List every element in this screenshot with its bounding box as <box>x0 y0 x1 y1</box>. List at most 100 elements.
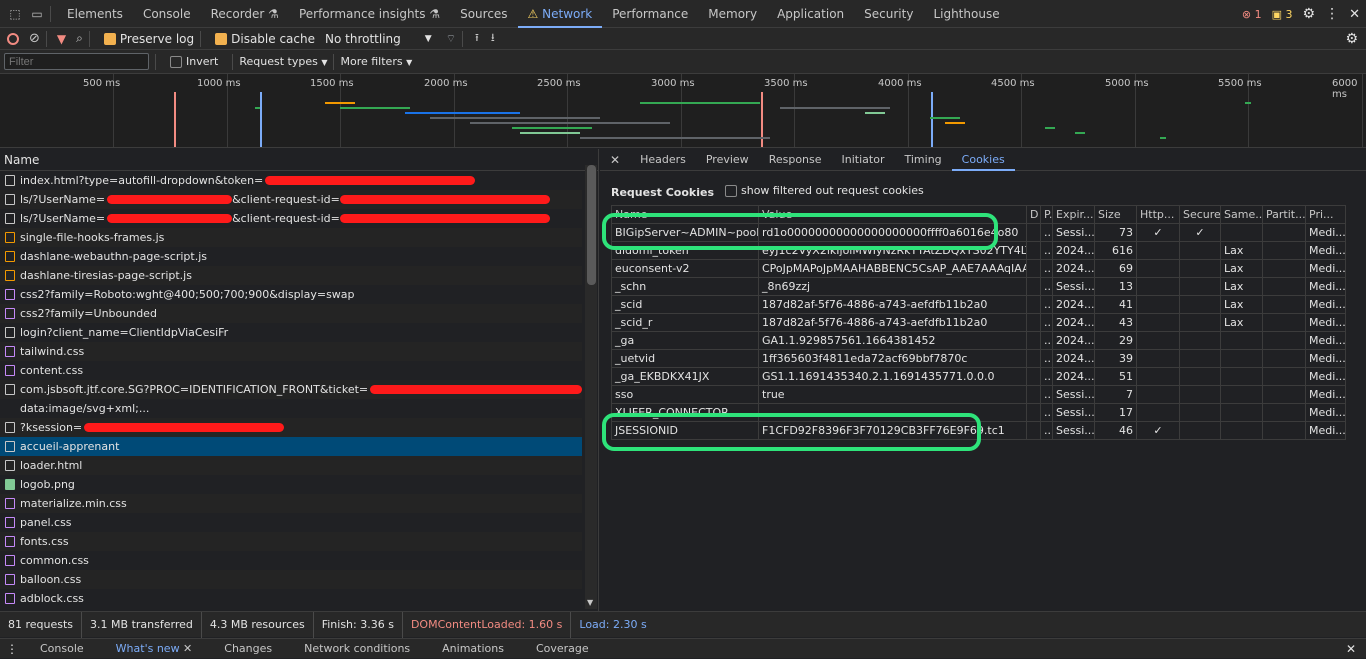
import-har-icon[interactable]: ⭱ <box>475 29 479 48</box>
column-header-same[interactable]: Same... <box>1220 205 1263 224</box>
settings-gear-icon[interactable]: ⚙ <box>1303 6 1316 22</box>
column-header-d[interactable]: D <box>1026 205 1041 224</box>
close-devtools-icon[interactable]: ✕ <box>1349 7 1360 22</box>
request-row[interactable]: css2?family=Unbounded <box>0 304 582 323</box>
cookie-row[interactable]: ssotrue .../Sessi...7 Medi... <box>611 385 1346 404</box>
error-count[interactable]: ⊗ 1 <box>1242 8 1262 21</box>
request-row[interactable]: css2?family=Roboto:wght@400;500;700;900&… <box>0 285 582 304</box>
request-row[interactable]: balloon.css <box>0 570 582 589</box>
drawer-tab-console[interactable]: Console <box>24 639 100 659</box>
filter-funnel-icon[interactable]: ▼ <box>57 32 66 46</box>
close-detail-icon[interactable]: ✕ <box>600 153 630 167</box>
drawer-tab-what-s-new[interactable]: What's new ✕ <box>100 639 209 659</box>
detail-tab-timing[interactable]: Timing <box>894 149 951 171</box>
request-row[interactable]: materialize.min.css <box>0 494 582 513</box>
detail-tab-headers[interactable]: Headers <box>630 149 696 171</box>
tab-console[interactable]: Console <box>133 0 201 28</box>
export-har-icon[interactable]: ⭳ <box>491 29 495 48</box>
request-row[interactable]: panel.css <box>0 513 582 532</box>
column-header-secure[interactable]: Secure <box>1179 205 1221 224</box>
request-name: single-file-hooks-frames.js <box>20 231 165 244</box>
scroll-down-arrow-icon[interactable]: ▼ <box>587 598 593 607</box>
request-row[interactable]: index.html?type=autofill-dropdown&token= <box>0 171 582 190</box>
detail-tab-cookies[interactable]: Cookies <box>951 149 1015 171</box>
invert-checkbox[interactable] <box>170 55 182 68</box>
request-row[interactable]: ls/?UserName= &client-request-id= <box>0 190 582 209</box>
network-settings-gear-icon[interactable]: ⚙ <box>1345 31 1358 47</box>
column-header-expir[interactable]: Expir... <box>1052 205 1095 224</box>
drawer-tab-network-conditions[interactable]: Network conditions <box>288 639 426 659</box>
chevron-down-icon[interactable]: ▼ <box>425 34 432 44</box>
record-stop-icon[interactable] <box>7 32 19 45</box>
device-toolbar-icon[interactable]: ▭ <box>30 7 44 21</box>
tab-memory[interactable]: Memory <box>698 0 767 28</box>
cookie-row[interactable]: _schn_8n69zzj .../Sessi...13 Lax Medi... <box>611 277 1346 296</box>
tab-network[interactable]: ⚠ Network <box>517 0 603 28</box>
column-header-size[interactable]: Size <box>1094 205 1137 224</box>
cookie-row[interactable]: _scid 187d82af-5f76-4886-a743-aefdfb11b2a… <box>611 295 1346 314</box>
request-row[interactable]: common.css <box>0 551 582 570</box>
clear-icon[interactable]: ⊘ <box>29 31 40 46</box>
request-row[interactable]: ls/?UserName= &client-request-id= <box>0 209 582 228</box>
tab-application[interactable]: Application <box>767 0 854 28</box>
tab-performance-insights[interactable]: Performance insights ⚗ <box>289 0 450 28</box>
request-row[interactable]: dashlane-webauthn-page-script.js <box>0 247 582 266</box>
request-row[interactable]: logob.png <box>0 475 582 494</box>
column-header-partit[interactable]: Partit... <box>1262 205 1306 224</box>
request-row[interactable]: data:image/svg+xml;... <box>0 399 582 418</box>
network-conditions-icon[interactable]: ⌔ <box>446 32 456 46</box>
request-row[interactable]: ?ksession= <box>0 418 582 437</box>
cookie-row[interactable]: _gaGA1.1.929857561.1664381452 .../2024...… <box>611 331 1346 350</box>
column-header-p[interactable]: P. <box>1040 205 1053 224</box>
close-drawer-icon[interactable]: ✕ <box>1346 642 1356 656</box>
scrollbar-thumb[interactable] <box>587 165 596 285</box>
name-column-header[interactable]: Name <box>0 149 598 171</box>
warning-count[interactable]: ▣ 3 <box>1272 8 1293 21</box>
drawer-menu-icon[interactable]: ⋮ <box>0 642 24 656</box>
cookie-row[interactable]: _scid_r 187d82af-5f76-4886-a743-aefdfb11b… <box>611 313 1346 332</box>
more-filters-dropdown[interactable]: More filters ▼ <box>340 55 412 68</box>
request-name: dashlane-tiresias-page-script.js <box>20 269 192 282</box>
request-row[interactable]: loader.html <box>0 456 582 475</box>
show-filtered-cookies-toggle[interactable]: show filtered out request cookies <box>725 184 924 197</box>
cookie-row[interactable]: _ga_EKBDKX41JX GS1.1.1691435340.2.1.16914… <box>611 367 1346 386</box>
cookie-cell-secure: ✓ <box>1179 223 1221 242</box>
detail-tab-initiator[interactable]: Initiator <box>832 149 895 171</box>
detail-tab-response[interactable]: Response <box>759 149 832 171</box>
request-row[interactable]: login?client_name=ClientIdpViaCesiFr <box>0 323 582 342</box>
cookie-row[interactable]: _uetvid 1ff365603f4811eda72acf69bbf7870c.… <box>611 349 1346 368</box>
filter-input[interactable] <box>4 53 149 70</box>
request-row[interactable]: adblock.css <box>0 589 582 608</box>
drawer-tab-coverage[interactable]: Coverage <box>520 639 605 659</box>
redaction-mark <box>107 195 233 204</box>
cookie-row[interactable]: euconsent-v2 CPoJpMAPoJpMAAHABBENC5CsAP_A… <box>611 259 1346 278</box>
tab-elements[interactable]: Elements <box>57 0 133 28</box>
request-row[interactable]: dashlane-tiresias-page-script.js <box>0 266 582 285</box>
tab-security[interactable]: Security <box>854 0 923 28</box>
request-row[interactable]: fonts.css <box>0 532 582 551</box>
tab-lighthouse[interactable]: Lighthouse <box>923 0 1009 28</box>
request-row[interactable]: single-file-hooks-frames.js <box>0 228 582 247</box>
drawer-tab-changes[interactable]: Changes <box>208 639 288 659</box>
drawer-tab-animations[interactable]: Animations <box>426 639 520 659</box>
disable-cache-checkbox[interactable] <box>215 32 228 45</box>
request-row[interactable]: content.css <box>0 361 582 380</box>
tab-performance[interactable]: Performance <box>602 0 698 28</box>
tab-recorder[interactable]: Recorder ⚗ <box>201 0 289 28</box>
detail-tab-preview[interactable]: Preview <box>696 149 759 171</box>
inspect-element-icon[interactable]: ⬚ <box>8 7 22 21</box>
tab-sources[interactable]: Sources <box>450 0 517 28</box>
search-icon[interactable]: ⌕ <box>76 31 83 46</box>
more-options-icon[interactable]: ⋮ <box>1325 6 1339 22</box>
column-header-pri[interactable]: Pri... <box>1305 205 1346 224</box>
network-overview-timeline[interactable]: 500 ms 1000 ms 1500 ms 2000 ms 2500 ms 3000 m… <box>0 74 1366 148</box>
column-header-http[interactable]: Http... <box>1136 205 1180 224</box>
request-row[interactable]: accueil-apprenant <box>0 437 582 456</box>
preserve-log-checkbox[interactable] <box>103 32 116 45</box>
throttling-select[interactable]: No throttling <box>325 32 401 46</box>
request-types-dropdown[interactable]: Request types ▼ <box>239 55 327 68</box>
show-filtered-checkbox[interactable] <box>725 184 737 197</box>
request-row[interactable]: tailwind.css <box>0 342 582 361</box>
request-row[interactable]: com.jsbsoft.jtf.core.SG?PROC=IDENTIFICAT… <box>0 380 582 399</box>
close-tab-icon[interactable]: ✕ <box>180 642 192 655</box>
